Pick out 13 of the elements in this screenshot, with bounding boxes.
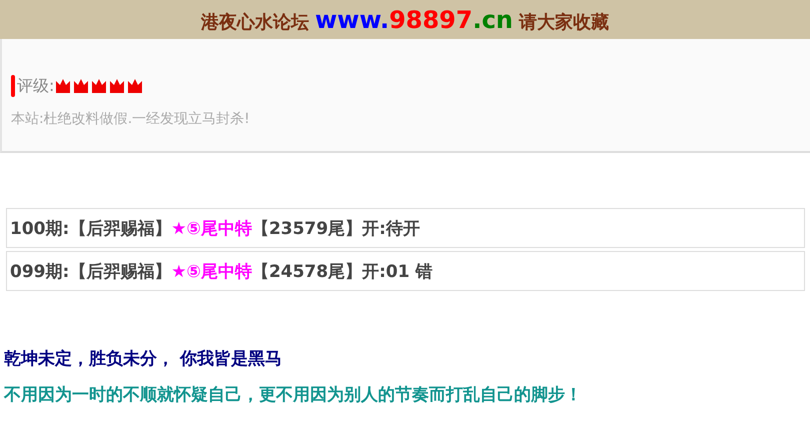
crown-icon	[110, 79, 124, 93]
banner-title: 港夜心水论坛 www.98897.cn 请大家收藏	[200, 6, 610, 34]
accent-bar	[11, 75, 15, 97]
crown-icon	[128, 79, 142, 93]
prediction-row: 100期:【后羿赐福】★⑤尾中特【23579尾】开:待开	[6, 208, 805, 248]
slogan-text: 乾坤未定，胜负未分， 你我皆是黑马	[4, 348, 283, 371]
crown-icon	[92, 79, 106, 93]
notice-text: 本站:杜绝改料做假.一经发现立马封杀!	[11, 110, 251, 128]
prediction-row: 099期:【后羿赐福】★⑤尾中特【24578尾】开:01 错	[6, 251, 805, 291]
crown-icon	[74, 79, 88, 93]
rating-label: 评级:	[17, 76, 54, 96]
slogan-text: 不用因为一时的不顺就怀疑自己，更不用因为别人的节奏而打乱自己的脚步！	[4, 384, 583, 407]
crown-icon	[56, 79, 70, 93]
